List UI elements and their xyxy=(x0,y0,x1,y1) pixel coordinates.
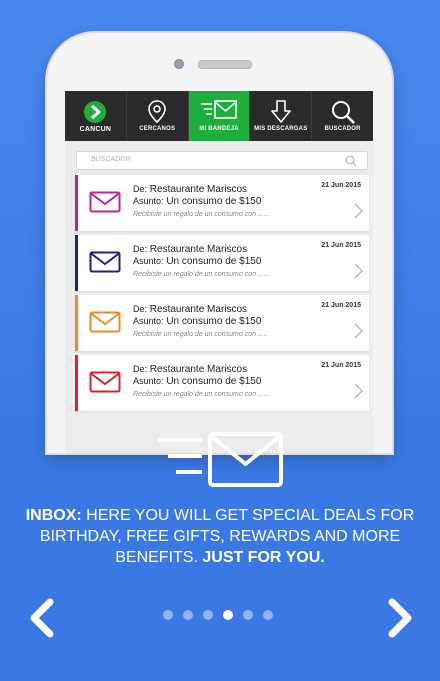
inbox-envelope-icon xyxy=(158,432,284,493)
page-dot[interactable] xyxy=(203,610,213,620)
nav-item-mi-bandeja[interactable]: MI BANDEJA xyxy=(188,91,251,141)
from-label: De: xyxy=(133,184,148,194)
from-label: De: xyxy=(133,244,148,254)
subject-text: Un consumo de $150 xyxy=(166,256,262,267)
envelope-icon xyxy=(89,311,121,338)
message-preview: Recibiste un regalo de un consumo con ..… xyxy=(133,211,270,218)
inbox-content: BUSCADOR De: Restaurante Mariscos Asunto:… xyxy=(65,141,373,453)
phone-mockup: CANCUN CERCANOS MI BANDEJA MIS DESCARGAS… xyxy=(47,33,392,453)
nav-label: CANCUN xyxy=(79,126,112,133)
message-subject: Asunto: Un consumo de $150 xyxy=(133,256,261,267)
subject-label: Asunto: xyxy=(133,196,164,206)
phone-camera xyxy=(174,59,184,69)
nav-label: BUSCADOR xyxy=(324,126,361,132)
envelope-icon xyxy=(89,191,121,218)
top-nav-bar: CANCUN CERCANOS MI BANDEJA MIS DESCARGAS… xyxy=(65,91,373,141)
chevron-right-icon[interactable] xyxy=(353,323,363,344)
subject-label: Asunto: xyxy=(133,376,164,386)
search-icon[interactable] xyxy=(345,154,357,172)
page-dot[interactable] xyxy=(223,610,233,620)
from-label: De: xyxy=(133,304,148,314)
message-subject: Asunto: Un consumo de $150 xyxy=(133,376,261,387)
message-item[interactable]: De: Restaurante Mariscos Asunto: Un consu… xyxy=(75,175,369,231)
message-sender: De: Restaurante Mariscos xyxy=(133,364,247,375)
nav-label: MI BANDEJA xyxy=(199,126,239,132)
page-dot[interactable] xyxy=(263,610,273,620)
sender-name: Restaurante Mariscos xyxy=(149,184,248,195)
message-item[interactable]: De: Restaurante Mariscos Asunto: Un consu… xyxy=(75,295,369,351)
message-sender: De: Restaurante Mariscos xyxy=(133,184,247,195)
nav-label: MIS DESCARGAS xyxy=(254,126,308,132)
envelope-icon xyxy=(89,251,121,278)
subject-label: Asunto: xyxy=(133,256,164,266)
previous-arrow-icon[interactable] xyxy=(28,598,58,643)
page-dot[interactable] xyxy=(163,610,173,620)
message-item[interactable]: De: Restaurante Mariscos Asunto: Un consu… xyxy=(75,235,369,291)
page-indicator xyxy=(163,610,273,620)
app-screen: CANCUN CERCANOS MI BANDEJA MIS DESCARGAS… xyxy=(65,91,373,453)
sender-name: Restaurante Mariscos xyxy=(149,304,248,315)
message-sender: De: Restaurante Mariscos xyxy=(133,244,247,255)
message-subject: Asunto: Un consumo de $150 xyxy=(133,196,261,207)
nav-item-cercanos[interactable]: CERCANOS xyxy=(127,91,189,141)
onboarding-caption: INBOX: HERE YOU WILL GET SPECIAL DEALS F… xyxy=(20,505,420,568)
subject-label: Asunto: xyxy=(133,316,164,326)
search-input[interactable]: BUSCADOR xyxy=(76,151,368,170)
page-dot[interactable] xyxy=(183,610,193,620)
message-preview: Recibiste un regalo de un consumo con ..… xyxy=(133,331,268,338)
nav-item-buscador[interactable]: BUSCADOR xyxy=(312,91,373,141)
chevron-right-icon[interactable] xyxy=(353,203,363,224)
subject-text: Un consumo de $150 xyxy=(166,376,262,387)
message-preview: Recibiste un regalo de un consumo con ..… xyxy=(133,391,270,398)
subject-text: Un consumo de $150 xyxy=(166,316,262,327)
subject-text: Un consumo de $150 xyxy=(166,196,262,207)
inbox-envelope-icon xyxy=(200,100,238,125)
caption-lead: INBOX: xyxy=(25,507,82,524)
next-arrow-icon[interactable] xyxy=(384,598,414,643)
search-placeholder: BUSCADOR xyxy=(91,156,131,163)
nav-item-mis-descargas[interactable]: MIS DESCARGAS xyxy=(250,91,313,141)
download-arrow-icon xyxy=(270,100,291,129)
search-icon xyxy=(331,100,355,129)
message-date: 21 Jun 2015 xyxy=(321,182,361,189)
envelope-icon xyxy=(89,371,121,398)
nav-item-cancun[interactable]: CANCUN xyxy=(65,91,127,141)
message-subject: Asunto: Un consumo de $150 xyxy=(133,316,261,327)
play-logo-icon xyxy=(83,100,107,129)
from-label: De: xyxy=(133,364,148,374)
message-date: 21 Jun 2015 xyxy=(321,362,361,369)
sender-name: Restaurante Mariscos xyxy=(149,244,248,255)
message-preview: Recibiste un regalo de un consumo con ..… xyxy=(133,271,270,278)
nav-label: CERCANOS xyxy=(139,126,176,132)
sender-name: Restaurante Mariscos xyxy=(149,364,248,375)
chevron-right-icon[interactable] xyxy=(353,383,363,404)
message-item[interactable]: De: Restaurante Mariscos Asunto: Un consu… xyxy=(75,355,369,411)
message-date: 21 Jun 2015 xyxy=(321,242,361,249)
chevron-right-icon[interactable] xyxy=(353,263,363,284)
phone-speaker xyxy=(198,60,252,69)
page-dot[interactable] xyxy=(243,610,253,620)
location-pin-icon xyxy=(147,100,167,129)
caption-tail: JUST FOR YOU. xyxy=(202,549,325,566)
message-date: 21 Jun 2015 xyxy=(321,302,361,309)
message-sender: De: Restaurante Mariscos xyxy=(133,304,247,315)
